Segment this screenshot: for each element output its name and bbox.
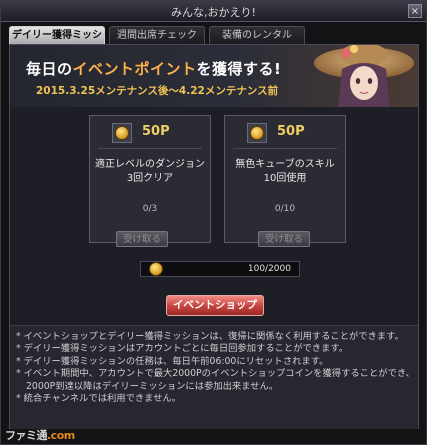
tab-daily-missions[interactable]: デイリー獲得ミッション: [9, 26, 105, 59]
mission-2-desc-line1: 無色キューブのスキル: [235, 159, 335, 170]
reward-coin-box: [247, 123, 267, 143]
banner-subtitle: 2015.3.25メンテナンス後～4.22メンテナンス前: [36, 85, 279, 97]
divider: [233, 148, 337, 149]
note-item: * イベントショップとデイリー獲得ミッションは、復帰に関係なく利用することができ…: [16, 331, 404, 342]
coin-icon: [250, 126, 264, 140]
headline-highlight: イベントポイント: [72, 60, 197, 78]
mission-2-desc-line2: 10回使用: [263, 173, 307, 184]
mission-1-reward: 50P: [112, 123, 186, 143]
mission-2-points: 50P: [277, 124, 305, 139]
coin-icon: [149, 262, 163, 276]
mission-2-description: 無色キューブのスキル 10回使用: [225, 158, 345, 186]
headline-pre: 毎日の: [26, 60, 73, 78]
note-item: * イベント期間中、アカウントで最大2000Pのイベントショップコインを獲得する…: [16, 368, 415, 392]
mission-panel: 毎日のイベントポイントを獲得する! 2015.3.25メンテナンス後～4.22メ…: [9, 44, 419, 429]
notes-box: * イベントショップとデイリー獲得ミッションは、復帰に関係なく利用することができ…: [10, 325, 418, 429]
event-shop-button[interactable]: イベントショップ: [166, 295, 264, 316]
coin-counter: 100/2000: [140, 261, 300, 277]
watermark-text: ファミ通: [5, 429, 48, 442]
mission-1-claim-button[interactable]: 受け取る: [116, 231, 168, 247]
close-button[interactable]: ×: [408, 4, 422, 18]
divider: [98, 148, 202, 149]
tab-equipment-rental[interactable]: 装備のレンタル: [209, 26, 305, 44]
mission-1-points: 50P: [142, 124, 170, 139]
mission-1-desc-line1: 適正レベルのダンジョン: [95, 159, 205, 170]
watermark-logo: ファミ通.com: [5, 427, 75, 443]
mission-1-desc-line2: 3回クリア: [126, 173, 174, 184]
reward-coin-box: [112, 123, 132, 143]
event-window: みんな,おかえり! × デイリー獲得ミッション 週間出席チェック 装備のレンタル…: [0, 0, 427, 445]
headline-post: を獲得する!: [196, 60, 282, 78]
note-item: * デイリー獲得ミッションの任務は、毎日午前06:00にリセットされます。: [16, 355, 329, 367]
banner-headline: 毎日のイベントポイントを獲得する!: [26, 58, 281, 79]
watermark-domain: .com: [47, 429, 75, 442]
note-item: * デイリー獲得ミッションはアカウントごとに毎日回参加することができます。: [16, 343, 349, 355]
mission-1-progress: 0/3: [142, 204, 158, 214]
mission-2-claim-button[interactable]: 受け取る: [258, 231, 310, 247]
title-bar[interactable]: みんな,おかえり! ×: [1, 1, 426, 22]
window-title: みんな,おかえり!: [171, 6, 256, 19]
note-item: * 統合チャンネルでは利用できません。: [16, 393, 182, 405]
character-portrait: [314, 45, 414, 107]
event-banner: 毎日のイベントポイントを獲得する! 2015.3.25メンテナンス後～4.22メ…: [10, 45, 418, 107]
mission-2-reward: 50P: [247, 123, 321, 143]
coin-icon: [115, 126, 129, 140]
coin-count: 100/2000: [247, 264, 291, 274]
mission-2-progress: 0/10: [274, 204, 296, 214]
mission-card-2: 50P 無色キューブのスキル 10回使用 0/10: [224, 115, 346, 243]
mission-card-1: 50P 適正レベルのダンジョン 3回クリア 0/3: [89, 115, 211, 243]
mission-1-description: 適正レベルのダンジョン 3回クリア: [90, 158, 210, 186]
tab-weekly-attendance[interactable]: 週間出席チェック: [109, 26, 205, 44]
